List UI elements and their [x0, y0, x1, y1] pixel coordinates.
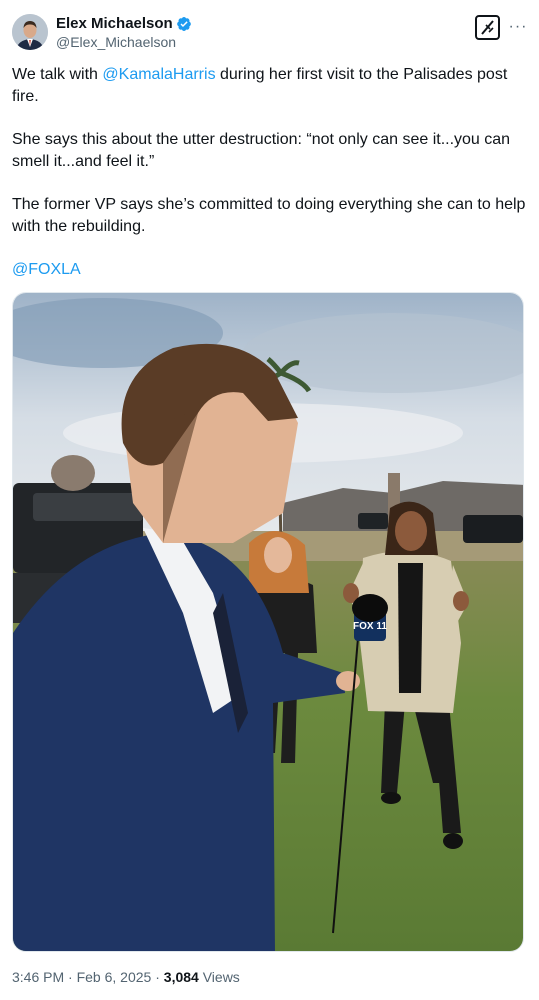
tweet-paragraph-4: @FOXLA — [12, 259, 527, 281]
mention-link-foxla[interactable]: @FOXLA — [12, 261, 81, 278]
author-avatar[interactable] — [12, 14, 48, 50]
more-button[interactable]: ··· — [508, 18, 528, 35]
tweet-body: We talk with @KamalaHarris during her fi… — [12, 64, 527, 302]
views-count: 3,084 — [163, 969, 199, 985]
tweet-paragraph-1: We talk with @KamalaHarris during her fi… — [12, 64, 527, 108]
tweet-text-segment: We talk with — [12, 66, 103, 83]
tweet-meta: 3:46 PM · Feb 6, 2025 · 3,084 Views — [12, 968, 240, 986]
mention-link-kamalaharris[interactable]: @KamalaHarris — [102, 66, 215, 83]
views-label: Views — [198, 969, 240, 985]
more-icon: ··· — [508, 18, 528, 35]
profile-avatar-icon — [12, 14, 48, 50]
tweet-time[interactable]: 3:46 PM — [12, 969, 64, 985]
author-display-name[interactable]: Elex Michaelson — [56, 15, 173, 33]
tweet-paragraph-2: She says this about the utter destructio… — [12, 131, 511, 170]
verified-badge-icon — [176, 16, 191, 32]
photo-scene: FOX 11 — [13, 293, 523, 951]
grok-button[interactable] — [475, 15, 500, 40]
meta-separator: · — [64, 969, 77, 985]
author-handle[interactable]: @Elex_Michaelson — [56, 33, 192, 51]
tweet-photo[interactable]: FOX 11 — [12, 292, 524, 952]
meta-separator: · — [151, 969, 164, 985]
mic-flag-label: FOX 11 — [353, 621, 387, 632]
tweet-paragraph-3: The former VP says she’s committed to do… — [12, 196, 526, 235]
tweet-header: Elex Michaelson @Elex_Michaelson ··· — [12, 12, 527, 54]
grok-icon — [481, 20, 494, 35]
tweet-date[interactable]: Feb 6, 2025 — [77, 969, 152, 985]
